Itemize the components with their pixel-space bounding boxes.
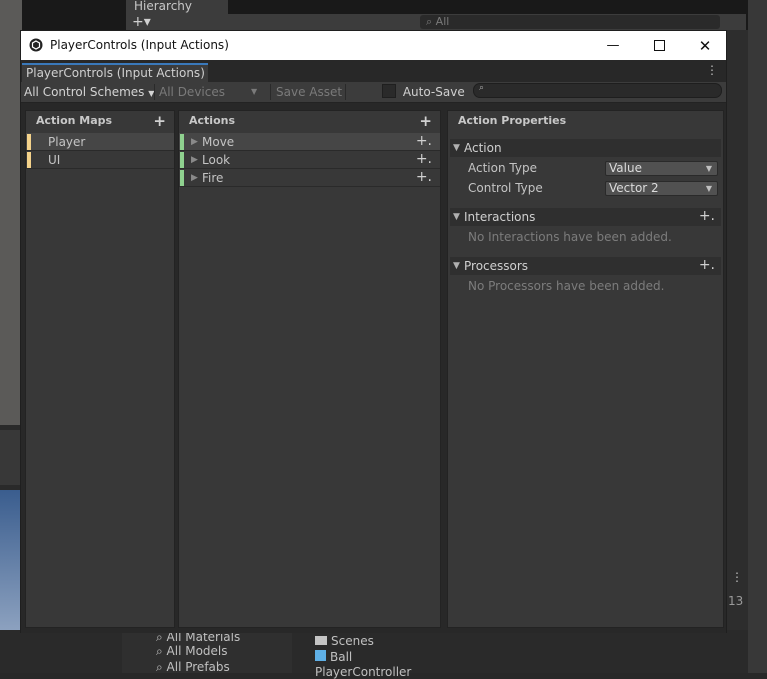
action-look[interactable]: ▶ Look +. <box>179 151 440 169</box>
action-properties-panel: Action Properties ▼ Action Action Type V… <box>447 110 724 628</box>
action-map-player[interactable]: Player <box>26 133 174 151</box>
hierarchy-tab[interactable]: Hierarchy <box>126 0 228 14</box>
window-title: PlayerControls (Input Actions) <box>50 38 229 52</box>
dropdown-caret-icon: ▼ <box>251 87 258 96</box>
action-section-header[interactable]: ▼ Action <box>450 139 721 157</box>
folder-icon <box>315 636 327 645</box>
add-binding-icon[interactable]: +. <box>416 168 432 186</box>
auto-save-checkbox[interactable] <box>382 84 396 98</box>
tab-bar: PlayerControls (Input Actions) ⋮ <box>21 60 726 82</box>
maximize-icon <box>653 40 665 51</box>
action-map-ui[interactable]: UI <box>26 151 174 169</box>
scene-view-fragment <box>0 0 22 425</box>
save-asset-button[interactable]: Save Asset <box>276 84 342 100</box>
action-marker <box>180 134 184 150</box>
add-action-button[interactable]: + <box>419 112 432 130</box>
toolbar-divider <box>154 84 155 100</box>
add-binding-icon[interactable]: +. <box>416 150 432 168</box>
action-map-marker <box>27 152 31 168</box>
editor-content: Action Maps + Player UI Actions + ▶ Move… <box>21 103 726 633</box>
action-properties-header: Action Properties <box>458 114 567 127</box>
add-action-map-button[interactable]: + <box>153 112 166 130</box>
hierarchy-list-strip <box>727 30 748 630</box>
add-interaction-icon[interactable]: +. <box>699 207 715 225</box>
asset-playercontroller[interactable]: PlayerController <box>315 665 411 679</box>
cube-icon <box>315 650 326 661</box>
add-binding-icon[interactable]: +. <box>416 132 432 150</box>
actions-header: Actions <box>189 114 235 127</box>
action-maps-panel: Action Maps + Player UI <box>25 110 175 628</box>
action-marker <box>180 152 184 168</box>
window-titlebar: PlayerControls (Input Actions) — ✕ <box>21 31 726 60</box>
item-count: 13 <box>728 594 744 608</box>
dropdown-caret-icon: ▼ <box>705 184 712 193</box>
minimize-icon: — <box>606 38 620 53</box>
unity-logo-icon <box>29 38 43 52</box>
action-fire[interactable]: ▶ Fire +. <box>179 169 440 187</box>
dropdown-caret-icon: ▼ <box>705 164 712 173</box>
expand-triangle-icon[interactable]: ▶ <box>191 151 198 169</box>
input-actions-window: PlayerControls (Input Actions) — ✕ Playe… <box>20 30 727 633</box>
processors-section-header[interactable]: ▼ Processors +. <box>450 257 721 275</box>
project-filter-all-models[interactable]: ⌕ All Models <box>156 644 228 659</box>
action-type-label: Action Type <box>468 161 537 175</box>
collapse-triangle-icon: ▼ <box>453 212 460 222</box>
action-marker <box>180 170 184 186</box>
control-schemes-dropdown[interactable]: All Control Schemes ▼ <box>24 84 154 100</box>
control-type-dropdown[interactable]: Vector 2 ▼ <box>605 181 718 196</box>
toolbar-divider <box>345 84 346 100</box>
more-menu-icon[interactable]: ⋮ <box>731 570 743 584</box>
control-type-label: Control Type <box>468 181 543 195</box>
actions-search-input[interactable]: ⌕ <box>473 83 722 98</box>
expand-triangle-icon[interactable]: ▶ <box>191 169 198 187</box>
hierarchy-add-button[interactable]: +▾ <box>132 14 151 30</box>
tab-playercontrols[interactable]: PlayerControls (Input Actions) <box>22 63 208 82</box>
processors-empty-message: No Processors have been added. <box>468 279 665 293</box>
asset-scenes[interactable]: Scenes <box>315 634 374 648</box>
game-view-fragment <box>0 490 22 630</box>
action-map-marker <box>27 134 31 150</box>
interactions-empty-message: No Interactions have been added. <box>468 230 672 244</box>
actions-panel: Actions + ▶ Move +. ▶ Look +. ▶ Fire +. <box>178 110 441 628</box>
tab-menu-icon[interactable]: ⋮ <box>706 63 718 77</box>
scene-toolbar-fragment <box>0 430 22 485</box>
devices-dropdown[interactable]: All Devices ▼ <box>159 84 257 100</box>
hierarchy-search-input[interactable]: ⌕ All <box>420 15 720 29</box>
add-processor-icon[interactable]: +. <box>699 256 715 274</box>
maximize-button[interactable] <box>636 31 682 60</box>
input-actions-toolbar: All Control Schemes ▼ All Devices ▼ Save … <box>21 82 726 103</box>
minimize-button[interactable]: — <box>590 31 636 60</box>
asset-ball[interactable]: Ball <box>315 650 352 664</box>
action-move[interactable]: ▶ Move +. <box>179 133 440 151</box>
collapse-triangle-icon: ▼ <box>453 261 460 271</box>
inspector-edge <box>748 0 767 673</box>
close-button[interactable]: ✕ <box>682 31 728 60</box>
search-icon: ⌕ <box>479 83 485 93</box>
toolbar-divider <box>270 84 271 100</box>
collapse-triangle-icon: ▼ <box>453 143 460 153</box>
expand-triangle-icon[interactable]: ▶ <box>191 133 198 151</box>
action-maps-header: Action Maps <box>36 114 113 127</box>
auto-save-toggle[interactable]: Auto-Save <box>382 84 465 100</box>
close-icon: ✕ <box>698 36 712 55</box>
hierarchy-search-placeholder: All <box>435 15 450 28</box>
interactions-section-header[interactable]: ▼ Interactions +. <box>450 208 721 226</box>
action-type-dropdown[interactable]: Value ▼ <box>605 161 718 176</box>
